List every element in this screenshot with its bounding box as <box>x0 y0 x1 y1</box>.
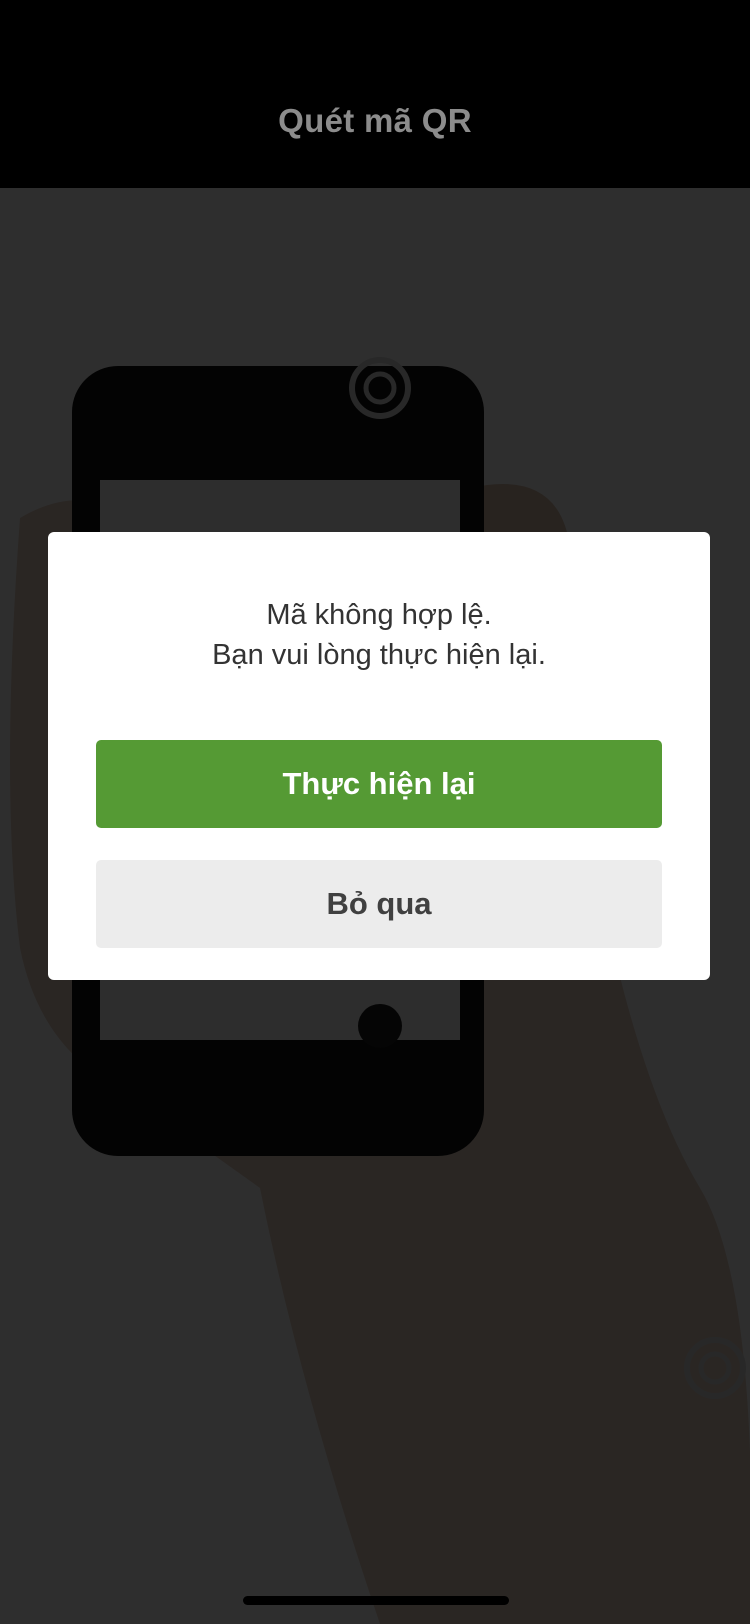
dialog-message-line-2: Bạn vui lòng thực hiện lại. <box>212 639 546 671</box>
qr-scan-screen: Quét mã QR Mã không hợp lệ. Bạn vui lòng… <box>0 0 750 1624</box>
dialog-message-line-1: Mã không hợp lệ. <box>266 599 492 631</box>
header-bar: Quét mã QR <box>0 0 750 188</box>
dialog-message: Mã không hợp lệ. Bạn vui lòng thực hiện … <box>48 595 710 675</box>
page-title: Quét mã QR <box>278 102 472 139</box>
invalid-code-dialog: Mã không hợp lệ. Bạn vui lòng thực hiện … <box>48 532 710 980</box>
home-indicator[interactable] <box>243 1596 509 1605</box>
skip-button[interactable]: Bỏ qua <box>96 860 662 948</box>
retry-button[interactable]: Thực hiện lại <box>96 740 662 828</box>
